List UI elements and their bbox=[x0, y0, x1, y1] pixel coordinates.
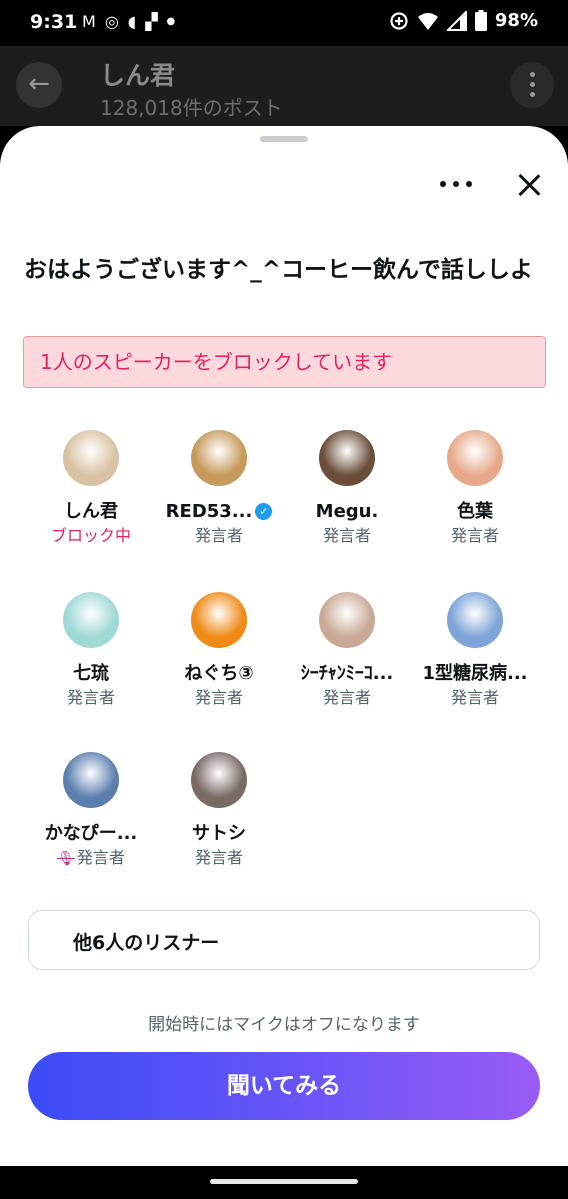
speaker-avatar bbox=[63, 430, 119, 486]
speaker-avatar bbox=[191, 592, 247, 648]
speaker-name-text: RED53... bbox=[165, 501, 253, 522]
speaker-name-text: かなぴー... bbox=[44, 823, 138, 844]
speaker-name-text: 色葉 bbox=[457, 501, 493, 522]
speaker-item[interactable]: サトシ 発言者 bbox=[155, 752, 283, 869]
speaker-item[interactable]: ｼｰﾁｬﾝﾐｰｺ... 発言者 bbox=[283, 592, 411, 709]
profile-post-count: 128,018件のポスト bbox=[100, 96, 283, 120]
speaker-item[interactable]: Megu. 発言者 bbox=[283, 430, 411, 547]
speaker-role: 発言者 bbox=[155, 847, 283, 869]
speaker-role: 発言者 bbox=[155, 525, 283, 547]
nfc-icon: ◖ bbox=[127, 12, 137, 31]
speaker-role-text: 発言者 bbox=[194, 526, 243, 545]
blocked-speaker-banner: 1人のスピーカーをブロックしています bbox=[23, 336, 546, 388]
profile-title: しん君 bbox=[100, 61, 176, 90]
gmail-icon: M bbox=[82, 12, 96, 31]
background-profile-header: ← しん君 128,018件のポスト bbox=[0, 46, 568, 126]
data-saver-icon bbox=[390, 11, 408, 30]
speaker-item[interactable]: しん君 ブロック中 bbox=[27, 430, 155, 547]
more-dots-icon bbox=[440, 181, 446, 187]
navigation-bar bbox=[0, 1166, 568, 1199]
speaker-item[interactable]: ねぐち③ 発言者 bbox=[155, 592, 283, 709]
speaker-name-text: 七琉 bbox=[73, 663, 109, 684]
speaker-name-text: 1型糖尿病... bbox=[422, 663, 528, 684]
battery-icon bbox=[474, 10, 487, 31]
speaker-role: 発言者 bbox=[27, 687, 155, 709]
close-icon[interactable] bbox=[514, 170, 544, 200]
speaker-name: ねぐち③ bbox=[155, 662, 283, 686]
wifi-icon bbox=[417, 12, 438, 30]
speaker-role-text: ブロック中 bbox=[50, 526, 131, 545]
status-notification-icons: M ◎ ◖ ▞ ● bbox=[82, 10, 175, 34]
speaker-name: 七琉 bbox=[27, 662, 155, 686]
speaker-item[interactable]: 七琉 発言者 bbox=[27, 592, 155, 709]
speaker-name: ｼｰﾁｬﾝﾐｰｺ... bbox=[283, 662, 411, 686]
home-gesture-handle[interactable] bbox=[210, 1179, 358, 1184]
speaker-item[interactable]: かなぴー... 🎙︎ 発言者 bbox=[27, 752, 155, 869]
space-bottom-sheet: おはようございます^_^コーヒー飲んで話ししよ 1人のスピーカーをブロックしてい… bbox=[0, 126, 568, 1166]
speaker-role-text: 発言者 bbox=[194, 848, 243, 867]
speaker-name: しん君 bbox=[27, 500, 155, 524]
speaker-avatar bbox=[191, 430, 247, 486]
dot-icon: ● bbox=[166, 16, 176, 27]
speaker-avatar bbox=[319, 430, 375, 486]
status-system-icons: 98% bbox=[389, 10, 538, 31]
chrome-icon: ◎ bbox=[104, 12, 119, 31]
speaker-avatar bbox=[447, 430, 503, 486]
status-time: 9:31 bbox=[30, 11, 78, 33]
status-bar: 9:31 M ◎ ◖ ▞ ● 98% bbox=[0, 0, 568, 46]
mic-muted-icon: 🎙︎ bbox=[57, 851, 75, 867]
speaker-name: かなぴー... bbox=[27, 822, 155, 846]
speaker-role: ブロック中 bbox=[27, 525, 155, 547]
speaker-role: 発言者 bbox=[283, 525, 411, 547]
speaker-avatar bbox=[447, 592, 503, 648]
speaker-role: 発言者 bbox=[283, 687, 411, 709]
speaker-role-text: 発言者 bbox=[66, 688, 115, 707]
listeners-label: 他6人のリスナー bbox=[73, 932, 220, 954]
speaker-name-text: ねぐち③ bbox=[184, 663, 254, 684]
speaker-role: 発言者 bbox=[411, 525, 539, 547]
signal-icon bbox=[446, 10, 467, 31]
back-arrow-icon: ← bbox=[16, 62, 62, 108]
sheet-drag-handle[interactable] bbox=[260, 136, 308, 142]
verified-badge-icon: ✓ bbox=[255, 503, 273, 520]
speaker-role-text: 発言者 bbox=[450, 526, 499, 545]
speaker-role: 発言者 bbox=[155, 687, 283, 709]
speaker-role: 🎙︎ 発言者 bbox=[27, 847, 155, 869]
speaker-item[interactable]: RED53... ✓ 発言者 bbox=[155, 430, 283, 547]
speaker-name-text: ｼｰﾁｬﾝﾐｰｺ... bbox=[300, 663, 394, 684]
speaker-avatar bbox=[191, 752, 247, 808]
speaker-role-text: 発言者 bbox=[450, 688, 499, 707]
more-options-button[interactable] bbox=[436, 170, 476, 198]
speaker-role-text: 発言者 bbox=[194, 688, 243, 707]
speaker-role-text: 発言者 bbox=[76, 848, 125, 867]
notification-icon: ▞ bbox=[145, 12, 158, 31]
speaker-item[interactable]: 色葉 発言者 bbox=[411, 430, 539, 547]
battery-percent: 98% bbox=[494, 10, 538, 31]
speaker-name-text: サトシ bbox=[192, 823, 246, 844]
speaker-avatar bbox=[63, 752, 119, 808]
speaker-name-text: Megu. bbox=[315, 501, 379, 522]
speaker-role-text: 発言者 bbox=[322, 526, 371, 545]
speaker-item[interactable]: 1型糖尿病... 発言者 bbox=[411, 592, 539, 709]
speaker-avatar bbox=[319, 592, 375, 648]
speaker-name-text: しん君 bbox=[64, 501, 118, 522]
speaker-role-text: 発言者 bbox=[322, 688, 371, 707]
speaker-name: 色葉 bbox=[411, 500, 539, 524]
speaker-name: Megu. bbox=[283, 500, 411, 524]
speaker-name: サトシ bbox=[155, 822, 283, 846]
listen-button[interactable]: 聞いてみる bbox=[28, 1052, 540, 1120]
space-title: おはようございます^_^コーヒー飲んで話ししよ bbox=[24, 257, 533, 283]
speaker-avatar bbox=[63, 592, 119, 648]
listeners-button[interactable]: 他6人のリスナー bbox=[28, 910, 540, 970]
speaker-name: 1型糖尿病... bbox=[411, 662, 539, 686]
speaker-name: RED53... ✓ bbox=[155, 500, 283, 524]
mic-off-note: 開始時にはマイクはオフになります bbox=[148, 1015, 420, 1035]
profile-more-icon bbox=[510, 62, 554, 108]
speaker-role: 発言者 bbox=[411, 687, 539, 709]
